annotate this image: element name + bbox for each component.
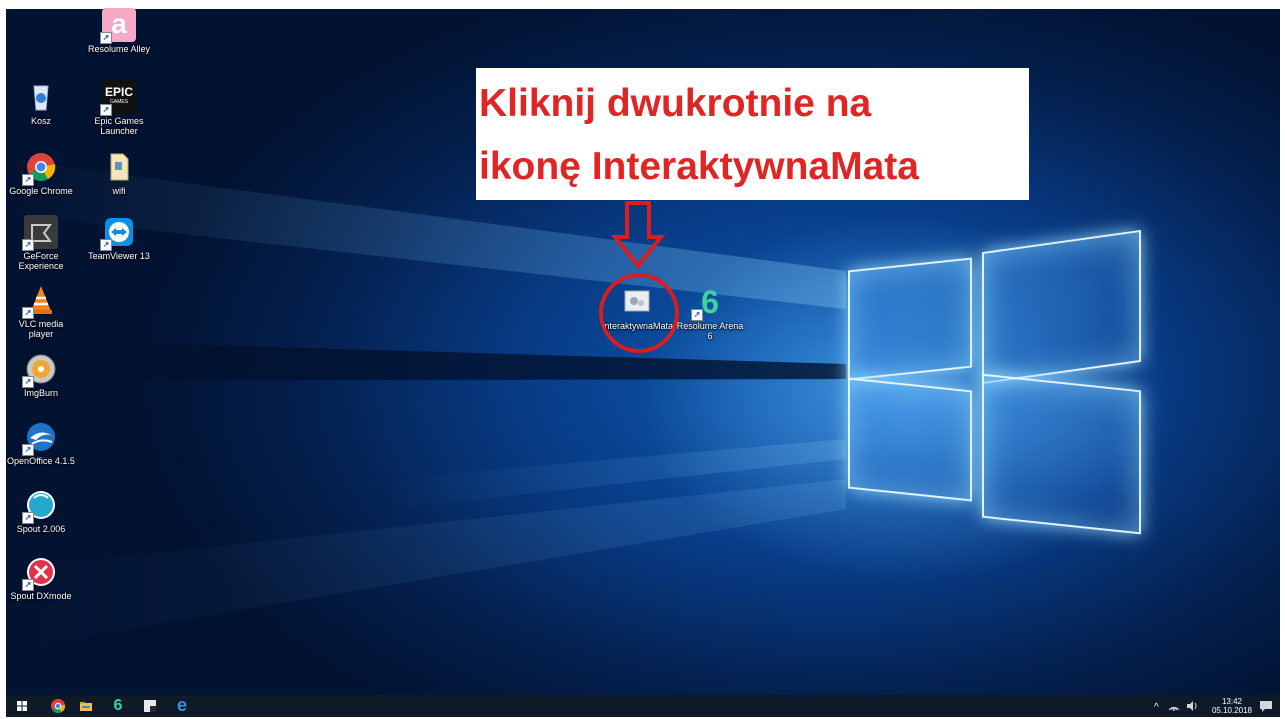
taskbar-file-explorer-icon[interactable]	[78, 698, 94, 714]
taskbar-edge-icon[interactable]: e	[174, 695, 190, 715]
tray-chevron-icon[interactable]: ^	[1154, 703, 1159, 713]
taskbar-resolume-glyph: 6	[113, 697, 123, 714]
clock-time[interactable]: 13:42	[1210, 697, 1254, 706]
volume-icon[interactable]	[1184, 698, 1200, 714]
taskbar-edge-glyph: e	[176, 695, 187, 715]
taskbar-app-icon[interactable]	[142, 698, 158, 714]
taskbar-resolume-icon[interactable]: 6	[110, 698, 126, 714]
annotation-overlay	[599, 201, 679, 353]
network-icon[interactable]	[1166, 698, 1182, 714]
annotation-arrow-icon	[610, 201, 666, 270]
clock-date[interactable]: 05.10.2018	[1210, 706, 1254, 715]
notification-center-icon[interactable]	[1258, 698, 1274, 714]
taskbar-chrome-icon[interactable]	[50, 698, 66, 714]
windows-start-icon[interactable]	[14, 698, 30, 714]
taskbar: 6 e ^ 13:42 05.10.2018	[6, 695, 1280, 717]
annotation-circle	[599, 273, 679, 353]
